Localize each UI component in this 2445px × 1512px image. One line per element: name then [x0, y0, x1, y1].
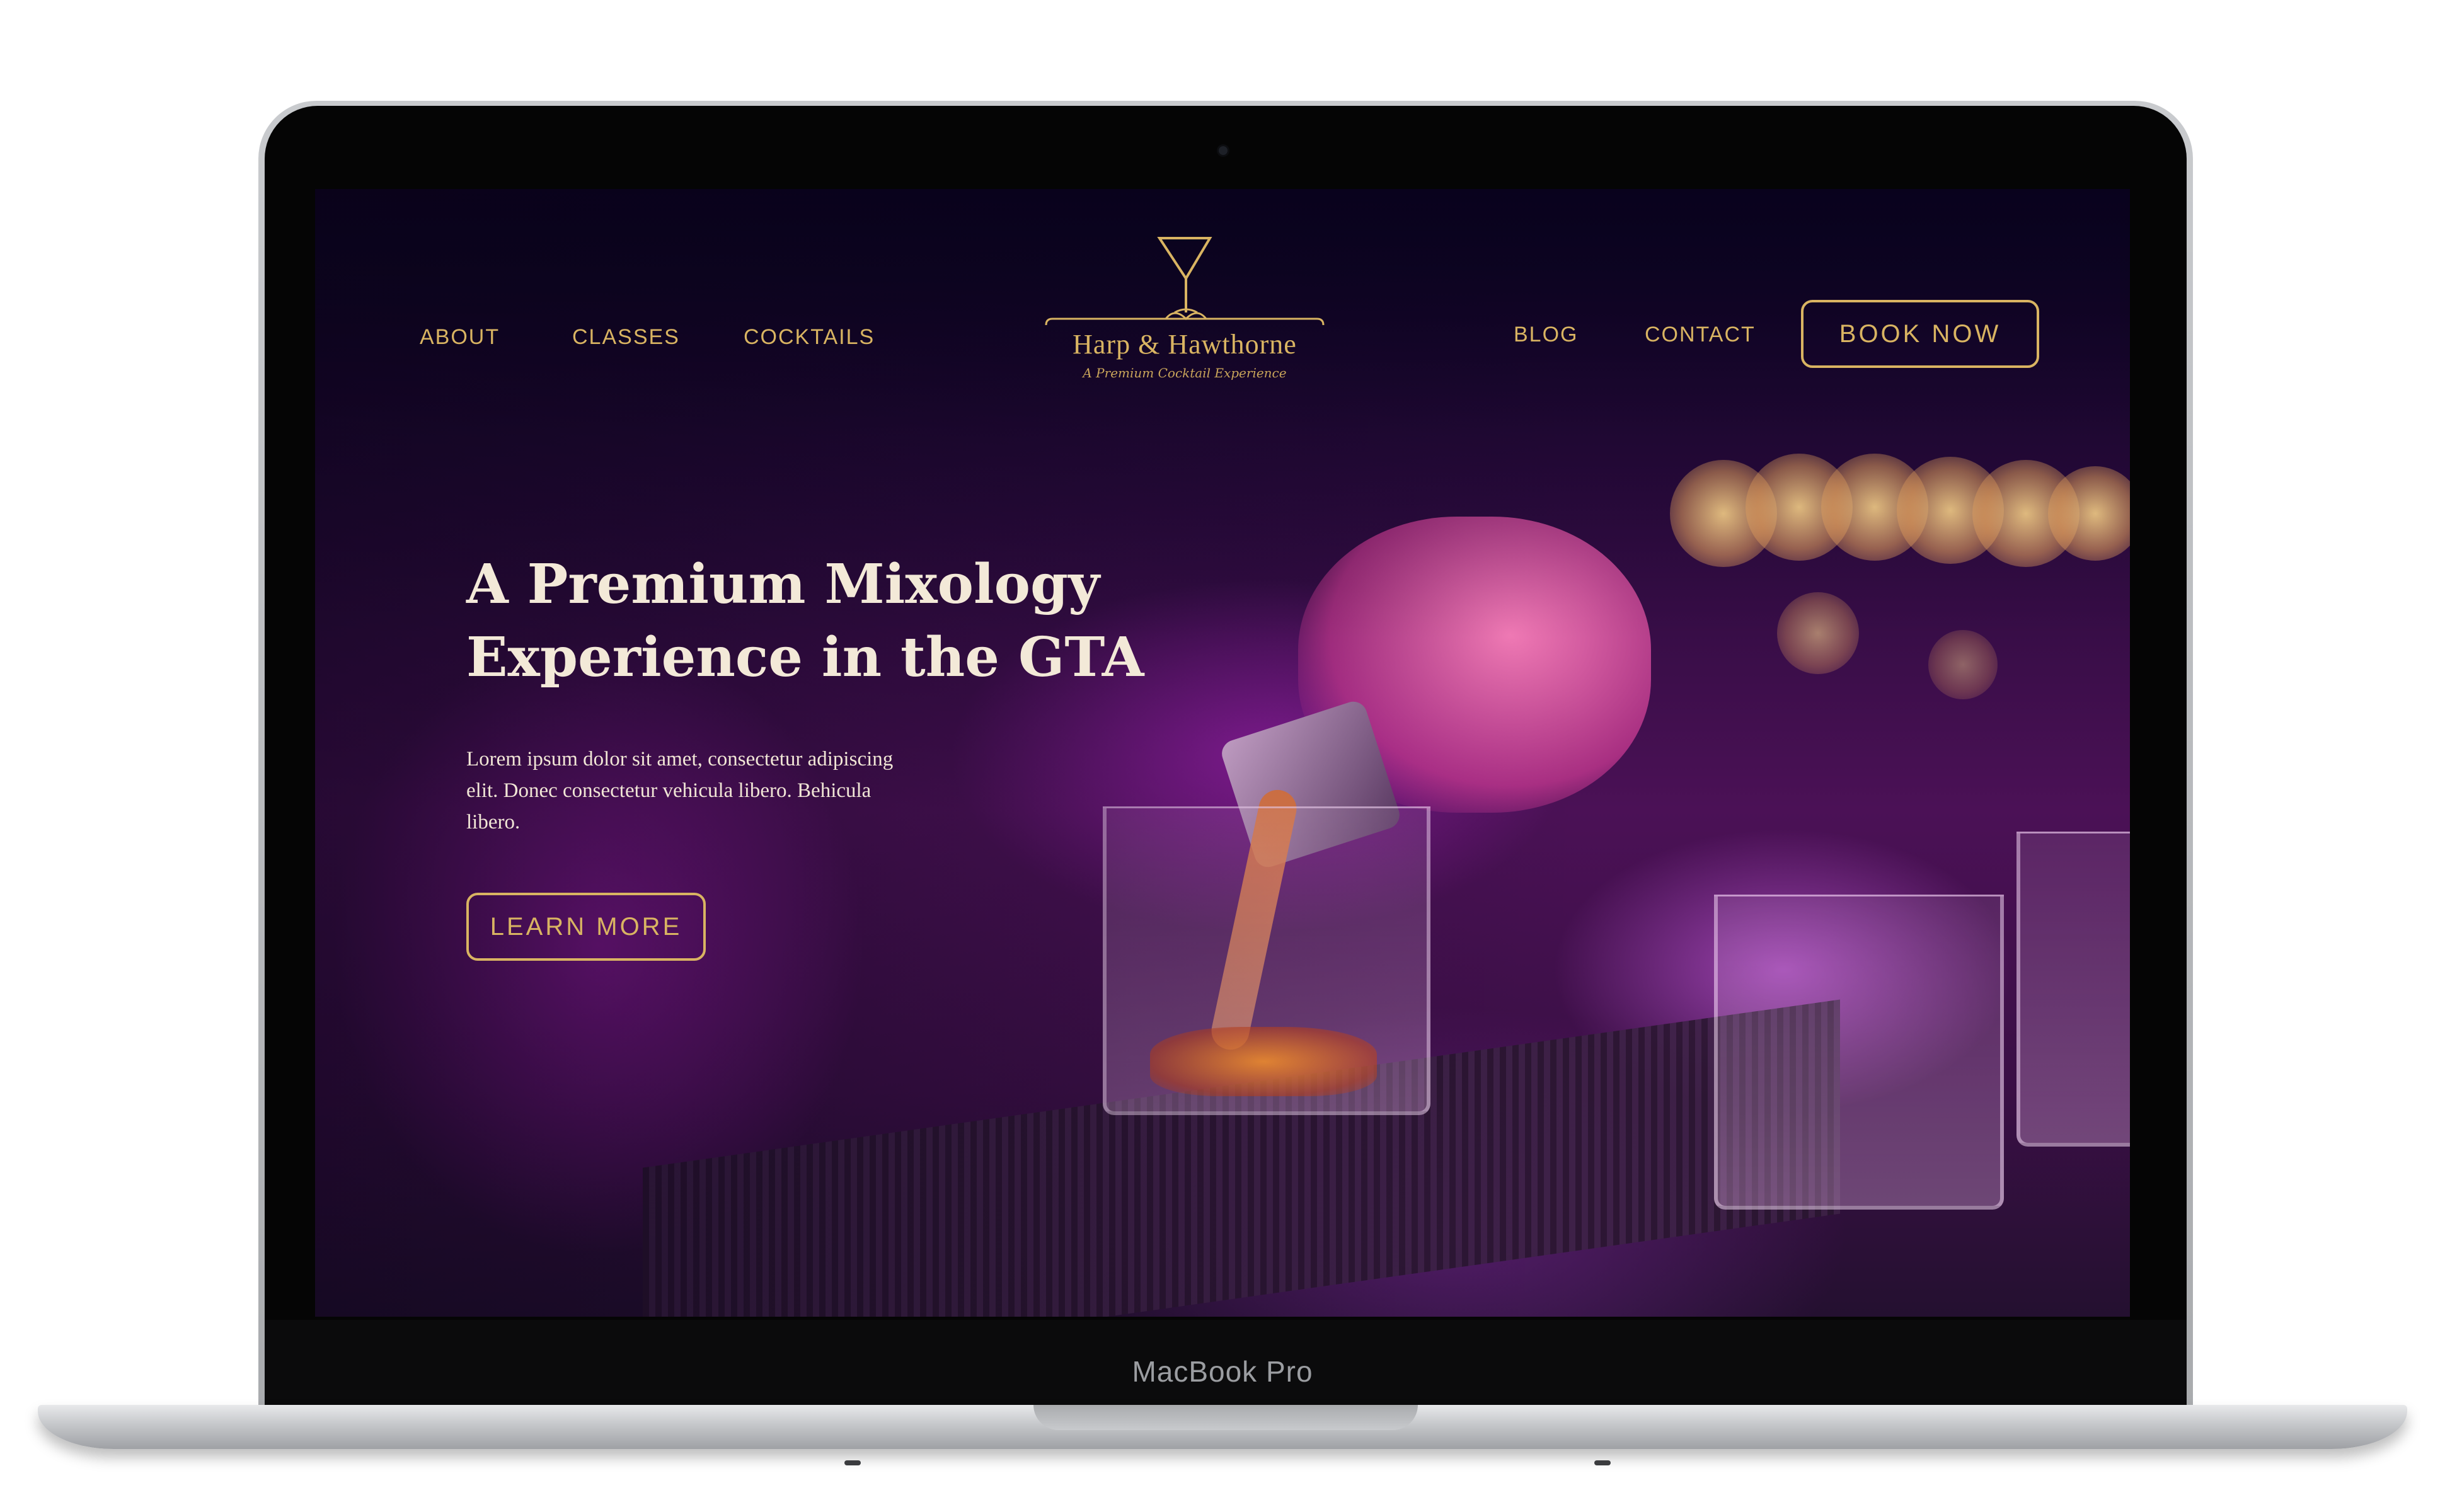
hero-body: Lorem ipsum dolor sit amet, consectetur …: [466, 748, 894, 833]
hero-heading-line1: A Premium Mixology: [466, 553, 1100, 616]
nav-contact[interactable]: CONTACT: [1645, 323, 1756, 347]
device-label: MacBook Pro: [1132, 1355, 1313, 1388]
learn-more-button[interactable]: LEARN MORE: [466, 893, 706, 961]
nav-classes[interactable]: CLASSES: [572, 325, 680, 350]
laptop-notch: [1033, 1405, 1418, 1430]
nav-blog[interactable]: BLOG: [1514, 323, 1578, 347]
nav-cocktails[interactable]: COCKTAILS: [744, 325, 875, 350]
logo-wordmark: Harp & Hawthorne: [1073, 329, 1297, 360]
camera-icon: [1219, 146, 1228, 155]
website-screen: ABOUT CLASSES COCKTAILS Harp & Hawthorne…: [315, 189, 2130, 1317]
hero-heading: A Premium Mixology Experience in the GTA: [466, 548, 1222, 694]
nav-about[interactable]: ABOUT: [420, 325, 500, 350]
laptop-foot: [1594, 1460, 1611, 1465]
site-logo[interactable]: Harp & Hawthorne A Premium Cocktail Expe…: [1040, 224, 1330, 394]
hero-heading-line2: Experience in the GTA: [466, 626, 1144, 689]
laptop-foot: [844, 1460, 861, 1465]
logo-tagline: A Premium Cocktail Experience: [1083, 365, 1287, 381]
book-now-button[interactable]: BOOK NOW: [1801, 300, 2039, 368]
martini-glass-icon: [1045, 237, 1325, 326]
